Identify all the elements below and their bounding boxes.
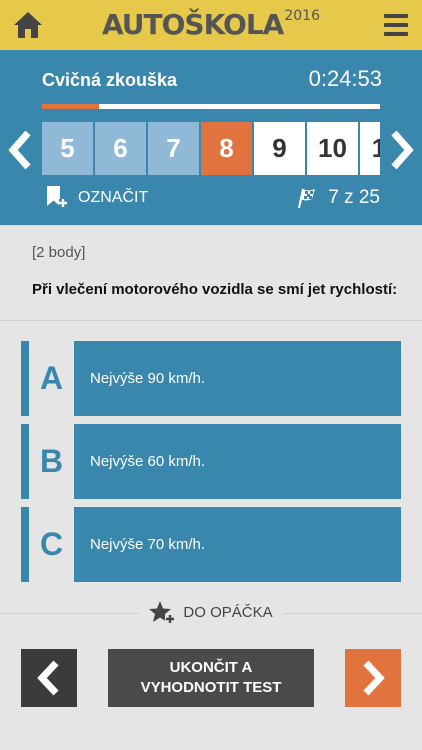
chevron-right-icon bbox=[363, 660, 385, 696]
question-number-7[interactable]: 7 bbox=[148, 122, 199, 175]
answer-letter: A bbox=[39, 360, 64, 396]
question-number-5[interactable]: 5 bbox=[42, 122, 93, 175]
brand-year: 2016 bbox=[284, 8, 320, 24]
answer-option-a[interactable]: A Nejvýše 90 km/h. bbox=[21, 341, 401, 416]
review-label: DO OPÁČKA bbox=[183, 603, 273, 621]
add-to-review-button[interactable]: DO OPÁČKA bbox=[139, 600, 283, 624]
mark-question-button[interactable]: OZNAČIT bbox=[46, 184, 148, 212]
chevron-left-icon bbox=[8, 130, 31, 170]
finish-line-2: VYHODNOTIT TEST bbox=[140, 679, 282, 696]
answer-bar bbox=[21, 341, 29, 416]
answer-bar bbox=[21, 507, 29, 582]
menu-icon[interactable] bbox=[384, 14, 408, 36]
divider bbox=[0, 320, 422, 321]
finish-line-1: UKONČIT A bbox=[169, 659, 253, 676]
question-strip: 567891011 bbox=[42, 122, 380, 175]
chevron-right-icon bbox=[391, 130, 414, 170]
star-plus-icon bbox=[149, 601, 176, 624]
answer-option-b[interactable]: B Nejvýše 60 km/h. bbox=[21, 424, 401, 499]
answer-text: Nejvýše 60 km/h. bbox=[74, 424, 401, 499]
question-number-9[interactable]: 9 bbox=[254, 122, 305, 175]
answer-letter: B bbox=[39, 443, 64, 479]
question-number-10[interactable]: 10 bbox=[307, 122, 358, 175]
review-row: DO OPÁČKA bbox=[0, 600, 422, 624]
answer-letter: C bbox=[39, 526, 64, 562]
progress-bar bbox=[42, 104, 380, 109]
top-bar: AUTOŠKOLA2016 bbox=[0, 0, 422, 50]
finish-label: UKONČIT A VYHODNOTIT TEST bbox=[141, 658, 282, 698]
counter-text: 7 z 25 bbox=[328, 187, 380, 208]
answer-bar bbox=[21, 424, 29, 499]
question-number-11[interactable]: 11 bbox=[360, 122, 380, 175]
question-number-6[interactable]: 6 bbox=[95, 122, 146, 175]
prev-questions-button[interactable] bbox=[4, 130, 38, 170]
app-brand: AUTOŠKOLA2016 bbox=[0, 8, 422, 41]
answer-option-c[interactable]: C Nejvýše 70 km/h. bbox=[21, 507, 401, 582]
answer-text: Nejvýše 70 km/h. bbox=[74, 507, 401, 582]
question-points: [2 body] bbox=[32, 244, 86, 261]
test-timer: 0:24:53 bbox=[308, 66, 382, 91]
bookmark-plus-icon bbox=[47, 186, 67, 207]
question-text: Při vlečení motorového vozidla se smí je… bbox=[32, 281, 398, 298]
next-questions-button[interactable] bbox=[384, 130, 418, 170]
finish-test-button[interactable]: UKONČIT A VYHODNOTIT TEST bbox=[108, 649, 314, 707]
test-panel: Cvičná zkouška 0:24:53 567891011 OZNAČIT… bbox=[0, 50, 422, 225]
progress-fill bbox=[42, 104, 100, 109]
test-title: Cvičná zkouška bbox=[42, 70, 178, 90]
question-counter: 7 z 25 bbox=[296, 184, 380, 212]
next-question-button[interactable] bbox=[345, 649, 401, 707]
brand-name: AUTOŠKOLA bbox=[101, 8, 284, 41]
previous-question-button[interactable] bbox=[21, 649, 77, 707]
chevron-left-icon bbox=[37, 660, 59, 696]
checkered-flag-icon bbox=[298, 188, 316, 209]
question-number-8[interactable]: 8 bbox=[201, 122, 252, 175]
answer-text: Nejvýše 90 km/h. bbox=[74, 341, 401, 416]
mark-label: OZNAČIT bbox=[78, 189, 149, 206]
